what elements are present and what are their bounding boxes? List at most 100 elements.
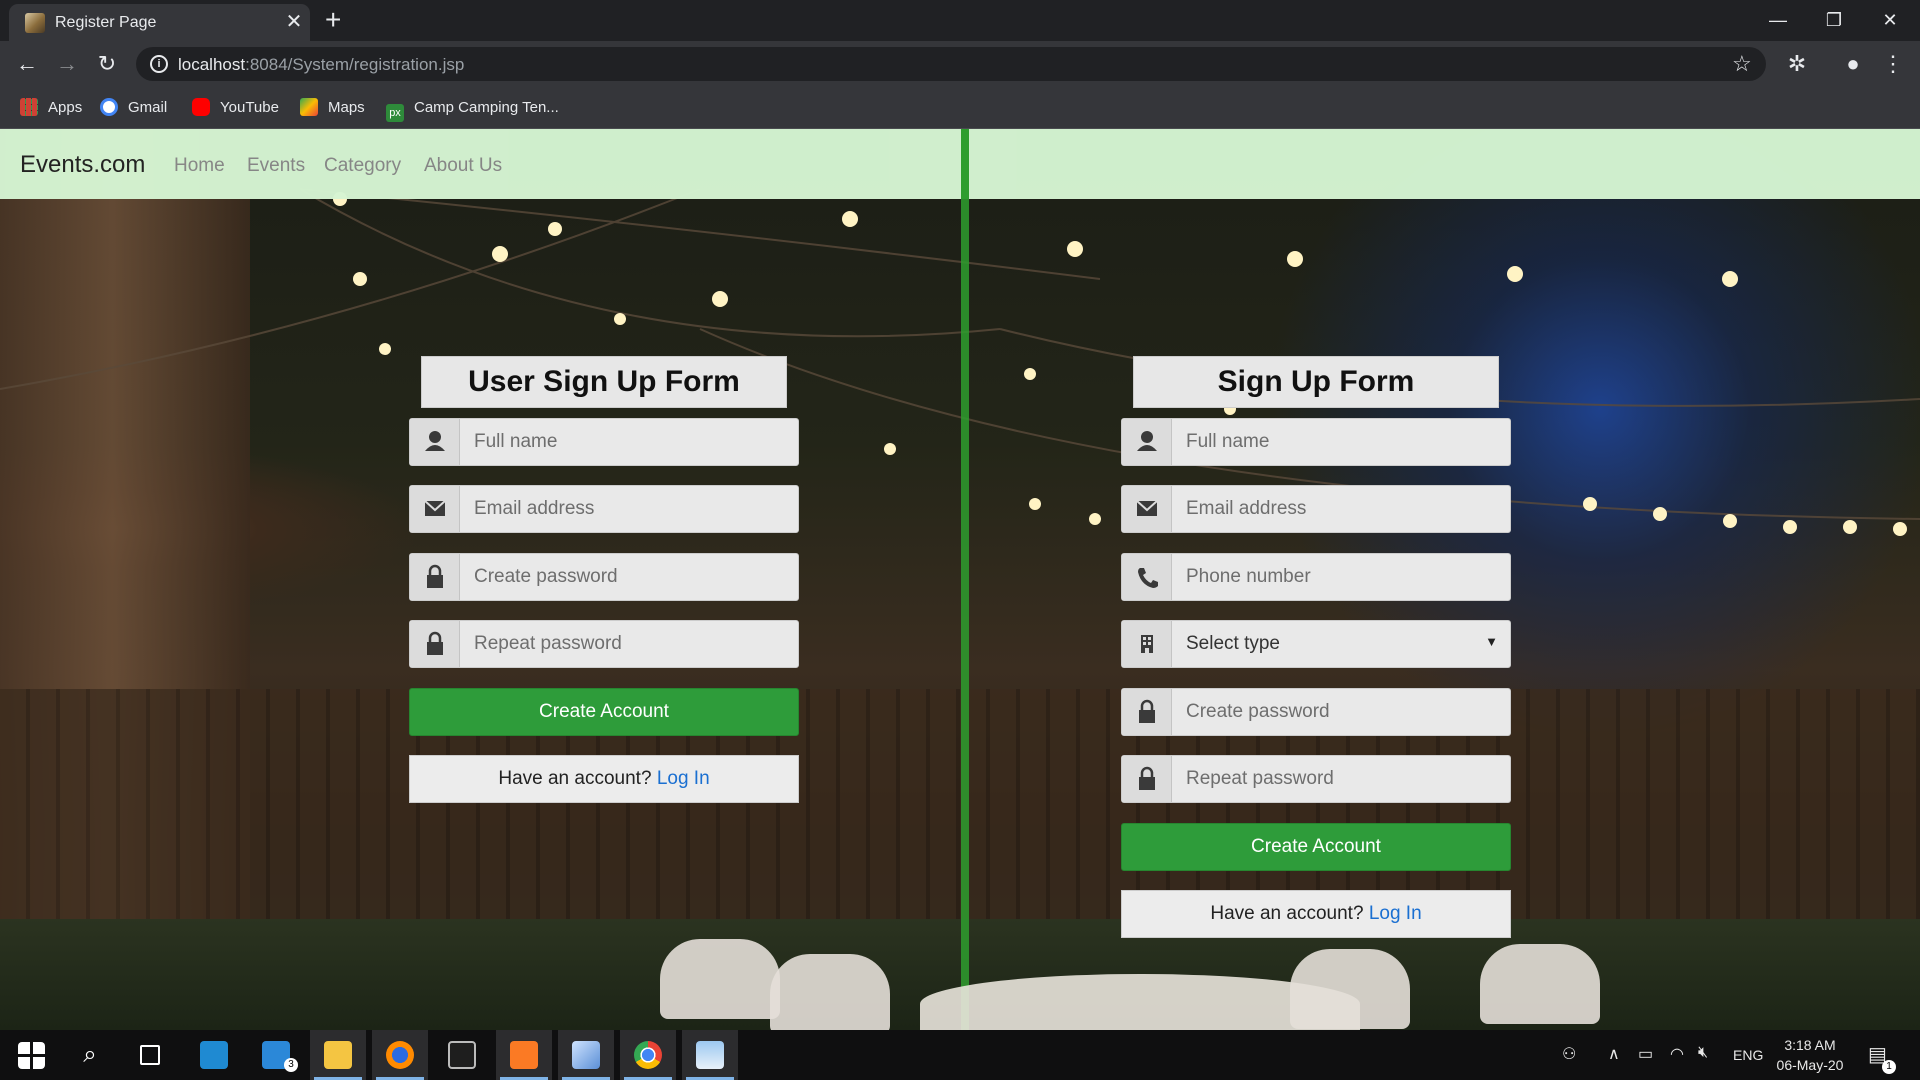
repeat-password-field (1121, 755, 1511, 803)
bookmark-youtube[interactable]: YouTube (192, 96, 279, 120)
user-login-prompt: Have an account? Log In (409, 755, 799, 803)
taskbar-xampp[interactable] (496, 1030, 552, 1080)
notification-count: 1 (1882, 1060, 1896, 1074)
show-hidden-icons-icon[interactable]: ∧ (1608, 1044, 1620, 1064)
volume-muted-icon[interactable]: 🔇︎ (1698, 1044, 1708, 1062)
have-account-text: Have an account? (498, 768, 652, 789)
taskbar-terminal[interactable] (434, 1030, 490, 1080)
search-button[interactable]: ⌕ (62, 1030, 118, 1080)
bookmark-star-icon[interactable]: ☆ (1732, 51, 1752, 77)
user-login-link[interactable]: Log In (657, 768, 710, 789)
url-path: :8084/System/registration.jsp (245, 55, 465, 74)
browser-toolbar: ← → ↻ i localhost:8084/System/registrati… (0, 41, 1920, 87)
bookmark-gmail[interactable]: Gmail (100, 96, 167, 120)
new-tab-icon[interactable]: + (325, 4, 341, 36)
taskbar-file-explorer[interactable] (310, 1030, 366, 1080)
menu-kebab-icon[interactable]: ⋮ (1878, 49, 1908, 79)
battery-icon[interactable]: ▭ (1638, 1044, 1653, 1064)
full-name-input[interactable] (1172, 419, 1510, 465)
login-prompt: Have an account? Log In (1121, 890, 1511, 938)
bookmark-camp[interactable]: px Camp Camping Ten... (386, 96, 559, 122)
user-full-name-input[interactable] (460, 419, 798, 465)
task-view-button[interactable] (122, 1030, 178, 1080)
minimize-icon[interactable]: — (1750, 0, 1806, 40)
bookmark-label: YouTube (220, 99, 279, 116)
xampp-icon (510, 1041, 538, 1069)
bookmark-maps[interactable]: Maps (300, 96, 365, 120)
virtualbox-icon (572, 1041, 600, 1069)
background-chair (1290, 949, 1410, 1029)
url-host: localhost (178, 55, 246, 74)
login-link[interactable]: Log In (1369, 903, 1422, 924)
user-email-input[interactable] (460, 486, 798, 532)
user-password-input[interactable] (460, 554, 798, 600)
signup-form: Sign Up Form Select type ▼ (1121, 356, 1511, 938)
full-name-field (1121, 418, 1511, 466)
site-brand[interactable]: Events.com (20, 151, 145, 179)
user-icon (410, 419, 460, 465)
address-bar[interactable]: i localhost:8084/System/registration.jsp… (136, 47, 1766, 81)
user-icon (1122, 419, 1172, 465)
profile-avatar-icon[interactable]: ● (1838, 49, 1868, 79)
lock-icon (410, 621, 460, 667)
password-field (1121, 688, 1511, 736)
extension-icon[interactable]: ✲ (1782, 49, 1812, 79)
wifi-icon[interactable]: ◠ (1670, 1044, 1684, 1064)
restore-icon[interactable]: ❐ (1806, 0, 1862, 40)
signup-form-title: Sign Up Form (1133, 356, 1499, 408)
taskbar-photos[interactable] (682, 1030, 738, 1080)
background-pole (961, 129, 969, 1030)
language-indicator[interactable]: ENG (1733, 1047, 1763, 1063)
url-text[interactable]: localhost:8084/System/registration.jsp (178, 55, 464, 75)
browser-tab[interactable]: Register Page ✕ (9, 4, 310, 41)
nav-home[interactable]: Home (174, 155, 225, 177)
navbar-divider (961, 129, 969, 199)
firefox-icon (386, 1041, 414, 1069)
type-select-value[interactable]: Select type (1172, 621, 1510, 667)
chrome-icon (634, 1041, 662, 1069)
create-account-button[interactable]: Create Account (1121, 823, 1511, 871)
user-create-account-button[interactable]: Create Account (409, 688, 799, 736)
user-repeat-password-input[interactable] (460, 621, 798, 667)
task-view-icon (140, 1045, 160, 1065)
email-input[interactable] (1172, 486, 1510, 532)
site-info-icon[interactable]: i (150, 55, 168, 73)
building-icon (1122, 621, 1172, 667)
start-button[interactable] (2, 1030, 58, 1080)
page-favicon-icon (25, 13, 45, 33)
nav-category[interactable]: Category (324, 155, 401, 177)
clock-date: 06-May-20 (1776, 1057, 1844, 1073)
lock-icon (1122, 756, 1172, 802)
forward-icon[interactable]: → (52, 49, 82, 79)
background-chair (770, 954, 890, 1030)
bookmark-apps[interactable]: Apps (20, 96, 82, 120)
type-select-field[interactable]: Select type ▼ (1121, 620, 1511, 668)
taskbar-mail[interactable]: 3 (248, 1030, 304, 1080)
taskbar-vscode[interactable] (186, 1030, 242, 1080)
taskbar-virtualbox[interactable] (558, 1030, 614, 1080)
close-tab-icon[interactable]: ✕ (282, 10, 306, 34)
nav-events[interactable]: Events (247, 155, 305, 177)
reload-icon[interactable]: ↻ (92, 49, 122, 79)
bookmarks-bar: Apps Gmail YouTube Maps px Camp Camping T… (0, 87, 1920, 129)
taskbar-firefox[interactable] (372, 1030, 428, 1080)
dropdown-caret-icon[interactable]: ▼ (1485, 634, 1498, 649)
folder-icon (324, 1041, 352, 1069)
envelope-icon (410, 486, 460, 532)
bookmark-label: Apps (48, 99, 83, 116)
system-clock[interactable]: 3:18 AM 06-May-20 (1770, 1035, 1850, 1075)
repeat-password-input[interactable] (1172, 756, 1510, 802)
terminal-icon (448, 1041, 476, 1069)
people-icon[interactable]: ⚇ (1562, 1044, 1576, 1064)
back-icon[interactable]: ← (12, 49, 42, 79)
maps-icon (300, 98, 318, 116)
password-input[interactable] (1172, 689, 1510, 735)
close-window-icon[interactable]: ✕ (1862, 0, 1918, 40)
nav-about-us[interactable]: About Us (424, 155, 502, 177)
taskbar-chrome[interactable] (620, 1030, 676, 1080)
browser-titlebar: Register Page ✕ + — ❐ ✕ (0, 0, 1920, 41)
user-form-title: User Sign Up Form (421, 356, 787, 408)
phone-input[interactable] (1172, 554, 1510, 600)
user-repeat-password-field (409, 620, 799, 668)
windows-taskbar: ⌕ 3 ⚇ ∧ ▭ ◠ 🔇︎ ENG 3:18 AM 06-May-20 ▤ 1 (0, 1030, 1920, 1080)
